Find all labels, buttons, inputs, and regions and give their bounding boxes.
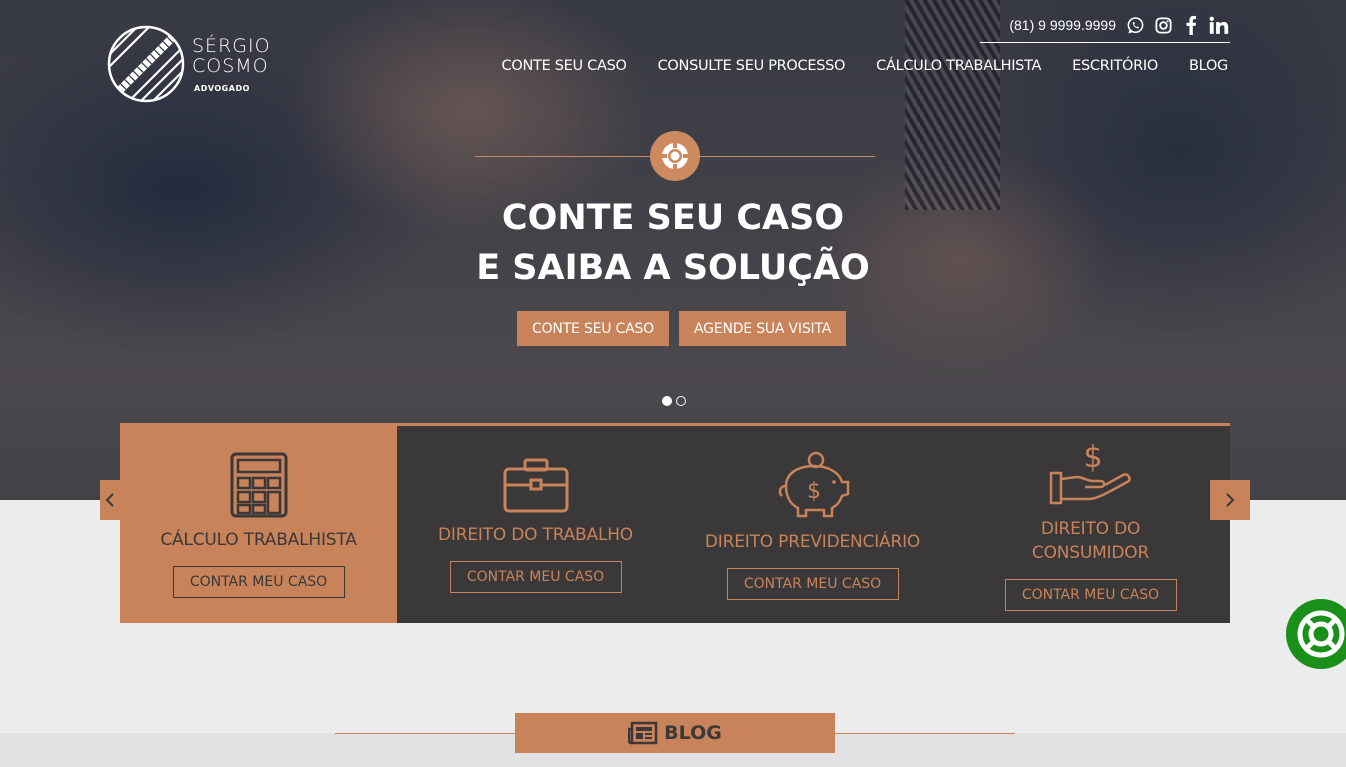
contar-meu-caso-button[interactable]: CONTAR MEU CASO <box>726 567 899 600</box>
slide-dot-2[interactable] <box>676 396 686 406</box>
svg-text:$: $ <box>1083 440 1102 475</box>
logo-subtitle: ADVOGADO <box>194 84 250 93</box>
whatsapp-icon[interactable] <box>1124 14 1146 36</box>
contar-meu-caso-button[interactable]: CONTAR MEU CASO <box>1004 578 1177 611</box>
service-card-calculo[interactable]: CÁLCULO TRABALHISTA CONTAR MEU CASO <box>120 426 397 623</box>
chevron-left-icon <box>105 493 114 507</box>
linkedin-icon[interactable] <box>1208 14 1230 36</box>
nav-blog[interactable]: BLOG <box>1189 58 1228 74</box>
service-title: DIREITO PREVIDENCIÁRIO <box>704 531 921 552</box>
nav-calculo-trabalhista[interactable]: CÁLCULO TRABALHISTA <box>876 58 1041 74</box>
briefcase-icon <box>503 458 568 512</box>
phone-number[interactable]: (81) 9 9999.9999 <box>1009 17 1116 33</box>
brand-logo[interactable]: SÉRGIO COSMO ADVOGADO <box>106 24 286 104</box>
main-nav: CONTE SEU CASO CONSULTE SEU PROCESSO CÁL… <box>502 58 1229 74</box>
hero-title: CONTE SEU CASO E SAIBA A SOLUÇÃO <box>0 193 1346 293</box>
hero-buttons: CONTE SEU CASO AGENDE SUA VISITA <box>517 311 847 346</box>
conte-seu-caso-button[interactable]: CONTE SEU CASO <box>517 311 670 346</box>
carousel-next-button[interactable] <box>1210 480 1250 520</box>
service-title: CÁLCULO TRABALHISTA <box>160 529 357 550</box>
slide-dot-1[interactable] <box>662 396 672 406</box>
service-title-line2: CONSUMIDOR <box>1031 542 1150 563</box>
blog-heading: BLOG <box>515 713 835 753</box>
hero-background-texture <box>905 0 1000 210</box>
newspaper-icon <box>628 721 658 745</box>
instagram-icon[interactable] <box>1152 14 1174 36</box>
contar-meu-caso-button[interactable]: CONTAR MEU CASO <box>449 560 622 593</box>
hand-dollar-icon: $ <box>1049 440 1131 504</box>
floating-help-button[interactable] <box>1286 599 1346 669</box>
lifebuoy-icon <box>661 142 689 170</box>
logo-name-line2: COSMO <box>192 55 269 77</box>
hero-title-line1: CONTE SEU CASO <box>501 198 845 238</box>
svg-text:$: $ <box>807 479 821 504</box>
service-title: DIREITO DO TRABALHO <box>438 524 633 545</box>
contar-meu-caso-button[interactable]: CONTAR MEU CASO <box>172 565 345 598</box>
nav-consulte-seu-processo[interactable]: CONSULTE SEU PROCESSO <box>658 58 846 74</box>
logo-name-line1: SÉRGIO <box>192 35 271 57</box>
logo-emblem-icon <box>107 25 185 103</box>
service-title-line1: DIREITO DO <box>1040 518 1141 539</box>
contact-divider <box>980 42 1230 43</box>
nav-escritorio[interactable]: ESCRITÓRIO <box>1072 58 1158 74</box>
calculator-icon <box>230 452 287 517</box>
piggy-bank-icon: $ <box>778 451 849 517</box>
service-title: DIREITO DO CONSUMIDOR <box>1032 517 1149 565</box>
hero-title-line2: E SAIBA A SOLUÇÃO <box>476 248 870 288</box>
top-contact-bar: (81) 9 9999.9999 <box>1009 14 1230 36</box>
service-card-previdenciario[interactable]: $ DIREITO PREVIDENCIÁRIO CONTAR MEU CASO <box>674 426 951 623</box>
nav-conte-seu-caso[interactable]: CONTE SEU CASO <box>502 58 627 74</box>
services-carousel: CÁLCULO TRABALHISTA CONTAR MEU CASO DIRE… <box>120 423 1230 623</box>
logo-name: SÉRGIO COSMO <box>192 36 271 76</box>
agende-sua-visita-button[interactable]: AGENDE SUA VISITA <box>679 311 847 346</box>
carousel-prev-button[interactable] <box>100 480 120 520</box>
chevron-right-icon <box>1226 493 1235 507</box>
facebook-icon[interactable] <box>1180 14 1202 36</box>
lifebuoy-icon <box>1297 610 1345 658</box>
service-card-consumidor[interactable]: $ DIREITO DO CONSUMIDOR CONTAR MEU CASO <box>951 426 1230 623</box>
blog-label: BLOG <box>664 722 722 744</box>
slider-dots <box>662 396 686 406</box>
hero-badge <box>650 131 700 181</box>
service-card-trabalho[interactable]: DIREITO DO TRABALHO CONTAR MEU CASO <box>397 426 674 623</box>
